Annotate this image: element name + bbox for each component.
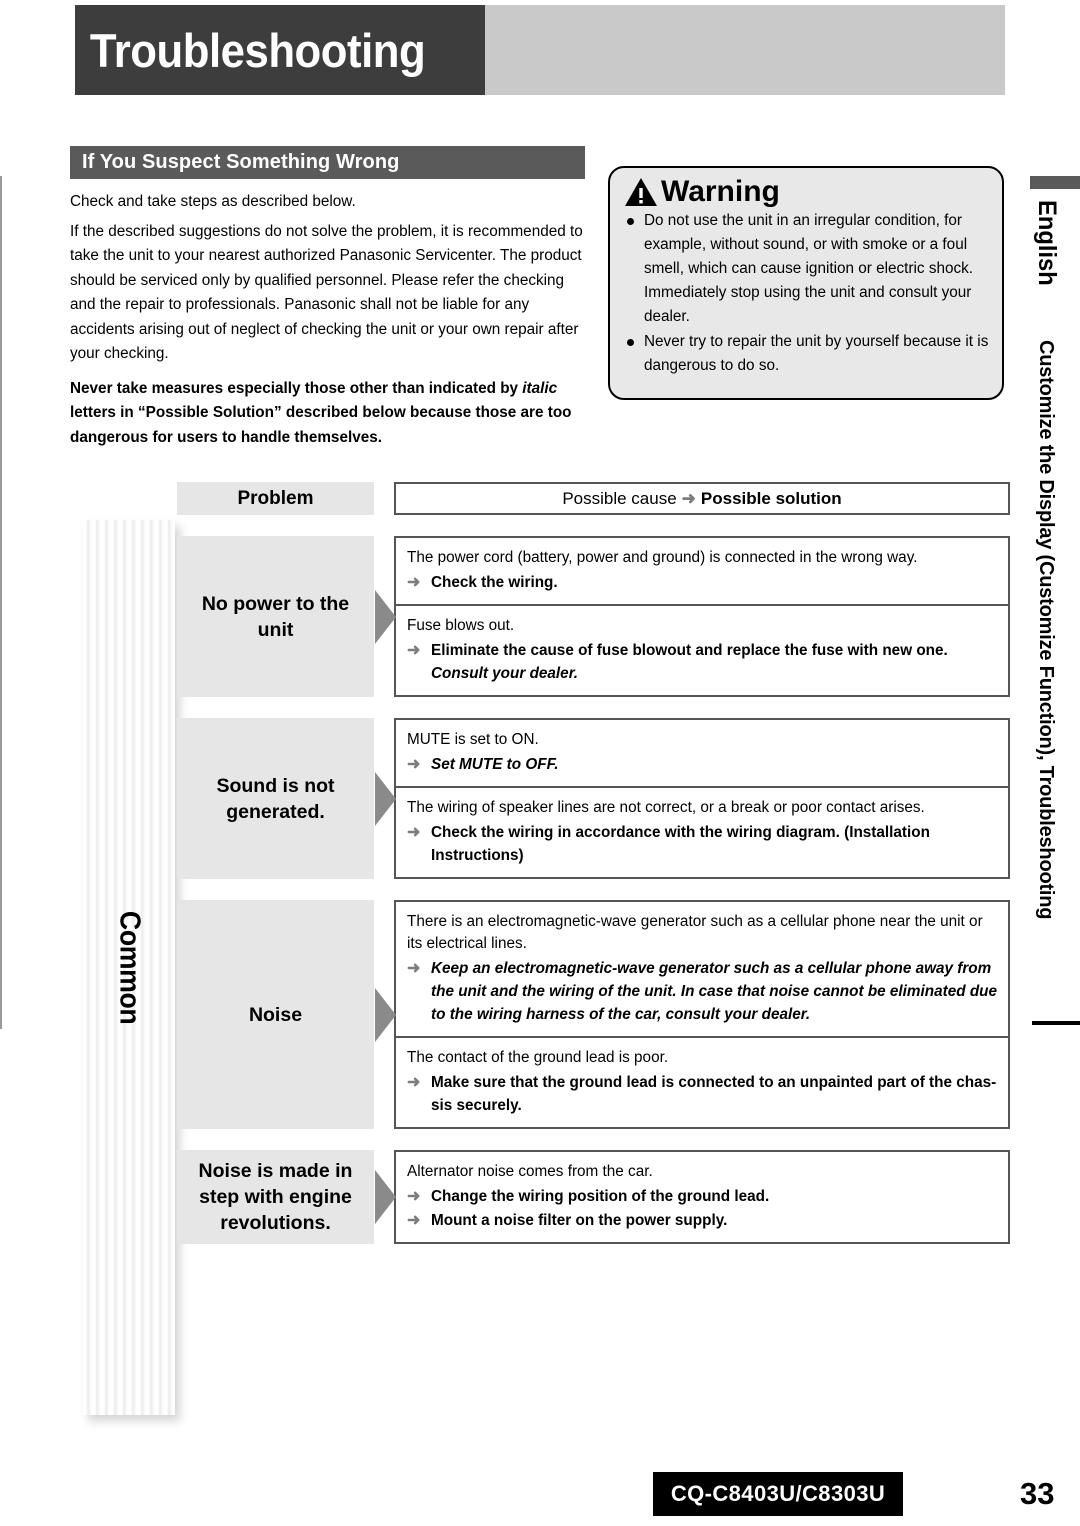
solution-cell: The contact of the ground lead is poor. … [396,1036,1008,1127]
triangle-pointer-icon [375,589,396,644]
row-spacer [177,879,1010,900]
row-spacer [177,1129,1010,1150]
solution-cell: Fuse blows out. Eliminate the cause of f… [396,604,1008,695]
solution-column: Alternator noise comes from the car. Cha… [394,1150,1010,1244]
row-spacer [177,515,1010,536]
page-title: Troubleshooting [89,23,426,77]
solution-text: Keep an electromagnetic-wave generator s… [407,957,998,1026]
warning-item: Do not use the unit in an irregular cond… [624,209,990,329]
solution-text: Change the wiring position of the ground… [407,1185,998,1208]
solution-text: Mount a noise filter on the power supply… [407,1209,998,1232]
sidebar-top-bar [1030,176,1080,189]
solution-cell: The wiring of speaker lines are not corr… [396,786,1008,877]
problem-cell: Sound is not generated. [177,718,374,879]
table-header-solution-label: Possible solution [700,488,842,508]
solution-text: Eliminate the cause of fuse blowout and … [407,639,998,685]
page-title-block: Troubleshooting [75,5,485,95]
cause-text: Alternator noise comes from the car. [407,1163,653,1180]
table-header-gap [374,482,394,515]
sidebar-language-label: English [1033,200,1061,286]
cause-text: Fuse blows out. [407,617,515,634]
solution-column: There is an electromagnetic-wave generat… [394,900,1010,1129]
solution-text: Check the wiring. [407,571,998,594]
solution-column: MUTE is set to ON. Set MUTE to OFF. The … [394,718,1010,879]
intro-bold-note-part1: Never take measures especially those oth… [70,379,523,397]
intro-bold-note-italic: italic [522,379,558,397]
solution-text-main: Eliminate the cause of fuse blowout and … [431,642,948,659]
solution-cell: Alternator noise comes from the car. Cha… [396,1152,1008,1242]
warning-item-list: Do not use the unit in an irregular cond… [624,209,990,378]
solution-text: Make sure that the ground lead is connec… [407,1071,998,1117]
section-heading-text: If You Suspect Something Wrong [82,151,400,173]
arrow-right-icon: ➜ [681,488,696,508]
page-title-banner: Troubleshooting [75,5,1005,95]
table-row: Noise is made in step with engine revolu… [177,1150,1010,1244]
warning-item: Never try to repair the unit by yourself… [624,330,990,378]
cause-text: The wiring of speaker lines are not corr… [407,799,925,816]
solution-cell: MUTE is set to ON. Set MUTE to OFF. [396,720,1008,786]
triangle-pointer-icon [375,1170,396,1224]
table-row: No power to the unit The power cord (bat… [177,536,1010,697]
warning-triangle-icon [624,177,658,207]
intro-paragraph-1: Check and take steps as described below. [70,193,356,210]
triangle-pointer-icon [375,771,396,826]
cause-text: MUTE is set to ON. [407,731,539,748]
solution-text: Check the wiring in accordance with the … [407,821,998,867]
footer-page-number: 33 [1020,1476,1055,1511]
cause-text: The contact of the ground lead is poor. [407,1049,669,1066]
intro-paragraph-2: If the described suggestions do not solv… [70,222,583,363]
row-pointer-gap [374,900,396,1129]
solution-cell: There is an electromagnetic-wave generat… [396,902,1008,1036]
problem-cell: No power to the unit [177,536,374,697]
table-header-cause-label: Possible cause [562,488,677,508]
sidebar-bottom-rule [1032,1021,1080,1025]
solution-text: Set MUTE to OFF. [407,753,998,776]
footer-model-badge: CQ-C8403U/C8303U [653,1472,903,1516]
cause-text: There is an electromagnetic-wave generat… [407,913,983,952]
table-header-row: Problem Possible cause ➜ Possible soluti… [177,482,1010,515]
row-pointer-gap [374,718,396,879]
problem-cell: Noise is made in step with engine revolu… [177,1150,374,1244]
table-row: Noise There is an electromagnetic-wave g… [177,900,1010,1129]
warning-title: Warning [661,175,780,208]
table-header-problem: Problem [177,482,374,515]
solution-cell: The power cord (battery, power and groun… [396,538,1008,604]
sidebar-chapter-label: Customize the Display (Customize Functio… [1035,340,1057,920]
sidebar-divider-line [0,176,2,1029]
warning-box: Warning Do not use the unit in an irregu… [608,166,1004,400]
solution-text-italic: Consult your dealer. [431,665,579,682]
row-pointer-gap [374,536,396,697]
problem-cell: Noise [177,900,374,1129]
intro-bold-note: Never take measures especially those oth… [70,377,592,451]
cause-text: The power cord (battery, power and groun… [407,549,918,566]
table-header-solution: Possible cause ➜ Possible solution [394,482,1010,515]
warning-header: Warning [624,176,990,208]
common-section-tab-label: Common [113,910,146,1025]
intro-text-block: Check and take steps as described below.… [70,190,592,455]
sidebar-tab: English Customize the Display (Customize… [1022,176,1080,1026]
solution-column: The power cord (battery, power and groun… [394,536,1010,697]
table-row: Sound is not generated. MUTE is set to O… [177,718,1010,879]
row-pointer-gap [374,1150,396,1244]
row-spacer [177,697,1010,718]
triangle-pointer-icon [375,987,396,1042]
troubleshooting-table: Problem Possible cause ➜ Possible soluti… [177,482,1010,1244]
common-section-tab: Common [83,520,175,1415]
common-section-tab-label-wrap: Common [83,520,175,1415]
intro-bold-note-part2: letters in “Possible Solution” described… [70,404,572,446]
section-heading-bar: If You Suspect Something Wrong [70,146,585,179]
